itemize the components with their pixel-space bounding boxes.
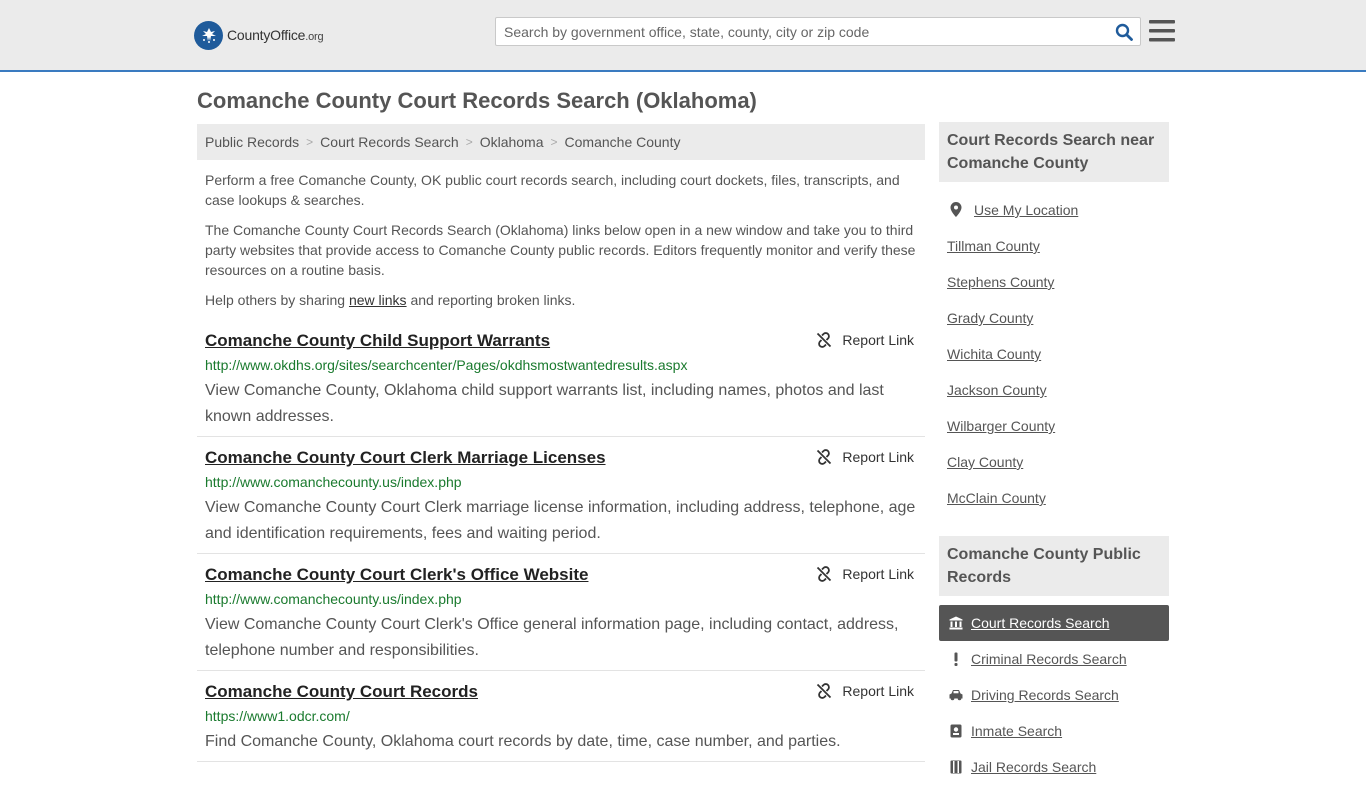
public-records-heading: Comanche County Public Records <box>939 536 1169 596</box>
nearby-county-link[interactable]: Stephens County <box>947 274 1054 290</box>
result-title-link[interactable]: Comanche County Court Records <box>205 682 478 702</box>
intro-paragraph-3: Help others by sharing new links and rep… <box>205 290 920 310</box>
jail-icon <box>950 760 962 774</box>
broken-link-icon <box>817 566 832 582</box>
search-input[interactable] <box>496 18 1106 45</box>
result-description: View Comanche County, Oklahoma child sup… <box>205 382 884 425</box>
menu-button[interactable] <box>1149 19 1175 43</box>
courthouse-icon <box>949 616 963 630</box>
car-icon <box>949 690 963 701</box>
exclamation-icon <box>954 652 958 666</box>
breadcrumb-separator: > <box>550 135 558 149</box>
nearby-county-link[interactable]: Clay County <box>947 454 1023 470</box>
site-header: CountyOffice.org <box>0 0 1366 72</box>
report-link-label: Report Link <box>842 449 914 465</box>
report-link-label: Report Link <box>842 566 914 582</box>
breadcrumb-comanche-county[interactable]: Comanche County <box>565 134 681 150</box>
result-item: Comanche County Court Clerk Marriage Lic… <box>197 448 925 554</box>
use-my-location-label: Use My Location <box>974 202 1079 218</box>
result-url: http://www.comanchecounty.us/index.php <box>205 591 462 607</box>
result-item: Comanche County Court Clerk's Office Web… <box>197 565 925 671</box>
result-description: Find Comanche County, Oklahoma court rec… <box>205 733 841 750</box>
nearby-heading: Court Records Search near Comanche Count… <box>939 122 1169 182</box>
breadcrumb-oklahoma[interactable]: Oklahoma <box>480 134 544 150</box>
logo-tld: .org <box>305 31 324 43</box>
result-title-link[interactable]: Comanche County Court Clerk's Office Web… <box>205 565 588 585</box>
sidebar-item-label: Driving Records Search <box>971 687 1119 703</box>
logo-name: CountyOffice <box>227 27 306 43</box>
sidebar-item-label: Jail Records Search <box>971 759 1097 775</box>
broken-link-icon <box>817 449 832 465</box>
result-item: Comanche County Child Support Warrants R… <box>197 331 925 437</box>
logo-text: CountyOffice.org <box>227 27 324 43</box>
nearby-county-link[interactable]: Jackson County <box>947 382 1047 398</box>
use-my-location-link[interactable]: Use My Location <box>947 202 1078 218</box>
report-link-label: Report Link <box>842 683 914 699</box>
sidebar-item-criminal-records-search[interactable]: Criminal Records Search <box>939 641 1169 677</box>
id-badge-icon <box>950 724 962 738</box>
search-icon <box>1115 23 1133 41</box>
report-link-button[interactable]: Report Link <box>816 683 914 699</box>
report-link-button[interactable]: Report Link <box>816 332 914 348</box>
sidebar-item-court-records-search[interactable]: Court Records Search <box>939 605 1169 641</box>
broken-link-icon <box>817 332 832 348</box>
intro-paragraph-2: The Comanche County Court Records Search… <box>205 222 916 278</box>
breadcrumb-separator: > <box>465 135 473 149</box>
result-url: http://www.okdhs.org/sites/searchcenter/… <box>205 357 688 373</box>
broken-link-icon <box>817 683 832 699</box>
nearby-county-link[interactable]: Wichita County <box>947 346 1041 362</box>
nearby-county-link[interactable]: McClain County <box>947 490 1046 506</box>
report-link-label: Report Link <box>842 332 914 348</box>
report-link-button[interactable]: Report Link <box>816 566 914 582</box>
result-description: View Comanche County Court Clerk marriag… <box>205 499 916 542</box>
result-title-link[interactable]: Comanche County Child Support Warrants <box>205 331 550 351</box>
result-url: http://www.comanchecounty.us/index.php <box>205 474 462 490</box>
intro-text: and reporting broken links. <box>406 292 576 308</box>
breadcrumb: Public Records > Court Records Search > … <box>197 124 925 160</box>
search-bar <box>495 17 1141 46</box>
breadcrumb-public-records[interactable]: Public Records <box>205 134 299 150</box>
hamburger-menu-icon <box>1149 20 1175 42</box>
breadcrumb-court-records-search[interactable]: Court Records Search <box>320 134 459 150</box>
nearby-county-link[interactable]: Wilbarger County <box>947 418 1055 434</box>
result-item: Comanche County Court Records Report Lin… <box>197 682 925 762</box>
breadcrumb-separator: > <box>306 135 314 149</box>
search-button[interactable] <box>1114 22 1134 42</box>
logo-badge-icon <box>194 20 223 50</box>
report-link-button[interactable]: Report Link <box>816 449 914 465</box>
sidebar-item-label: Court Records Search <box>971 615 1110 631</box>
sidebar-item-label: Inmate Search <box>971 723 1063 739</box>
sidebar-item-label: Criminal Records Search <box>971 651 1127 667</box>
nearby-county-link[interactable]: Grady County <box>947 310 1033 326</box>
sidebar-item-driving-records-search[interactable]: Driving Records Search <box>939 677 1169 713</box>
page-title: Comanche County Court Records Search (Ok… <box>197 88 757 113</box>
map-pin-icon <box>950 202 962 217</box>
result-url: https://www1.odcr.com/ <box>205 708 350 724</box>
result-title-link[interactable]: Comanche County Court Clerk Marriage Lic… <box>205 448 606 468</box>
nearby-county-link[interactable]: Tillman County <box>947 238 1040 254</box>
intro-paragraph-1: Perform a free Comanche County, OK publi… <box>205 172 900 208</box>
sidebar-item-jail-records-search[interactable]: Jail Records Search <box>939 749 1169 785</box>
result-description: View Comanche County Court Clerk's Offic… <box>205 616 899 659</box>
intro-text: Help others by sharing <box>205 292 349 308</box>
site-logo[interactable]: CountyOffice.org <box>194 20 324 50</box>
new-links-link[interactable]: new links <box>349 292 407 308</box>
sidebar-item-inmate-search[interactable]: Inmate Search <box>939 713 1169 749</box>
